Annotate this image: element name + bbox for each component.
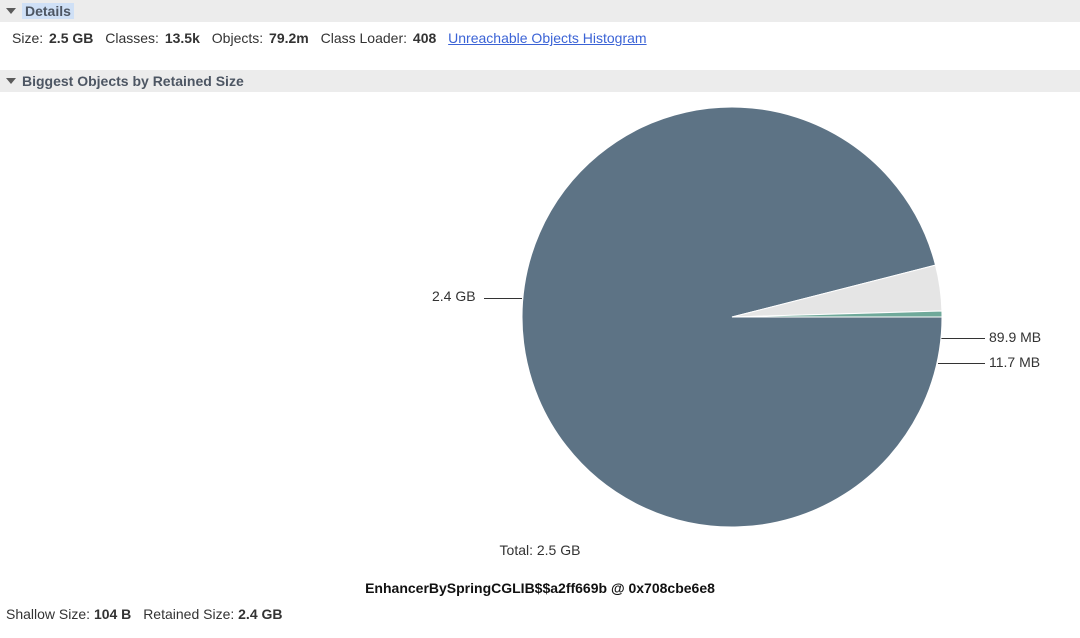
objects-value: 79.2m xyxy=(269,30,309,46)
chevron-down-icon xyxy=(6,8,16,14)
details-body: Size: 2.5 GB Classes: 13.5k Objects: 79.… xyxy=(0,22,1080,70)
classes-value: 13.5k xyxy=(165,30,200,46)
shallow-size-label: Shallow Size: xyxy=(6,606,90,622)
classloader-label: Class Loader: xyxy=(321,30,407,46)
unreachable-histogram-link[interactable]: Unreachable Objects Histogram xyxy=(448,30,646,46)
shallow-size-value: 104 B xyxy=(94,606,131,622)
objects-label: Objects: xyxy=(212,30,263,46)
size-label: Size: xyxy=(12,30,43,46)
selected-object-sizes: Shallow Size: 104 B Retained Size: 2.4 G… xyxy=(0,596,1080,630)
classes-label: Classes: xyxy=(105,30,159,46)
biggest-section-header[interactable]: Biggest Objects by Retained Size xyxy=(0,70,1080,92)
callout-slice-2: 11.7 MB xyxy=(989,354,1040,370)
size-value: 2.5 GB xyxy=(49,30,93,46)
selected-object-label: EnhancerBySpringCGLIB$$a2ff669b @ 0x708c… xyxy=(0,580,1080,596)
pie-chart-area: 2.4 GB 89.9 MB 11.7 MB Total: 2.5 GB xyxy=(0,92,1080,572)
retained-size-label: Retained Size: xyxy=(143,606,234,622)
classloader-value: 408 xyxy=(413,30,436,46)
retained-size-value: 2.4 GB xyxy=(238,606,282,622)
details-title: Details xyxy=(22,3,74,19)
callout-slice-1: 89.9 MB xyxy=(989,329,1041,345)
chart-total: Total: 2.5 GB xyxy=(0,542,1080,558)
chevron-down-icon xyxy=(6,78,16,84)
biggest-title: Biggest Objects by Retained Size xyxy=(22,73,244,89)
pie-chart[interactable] xyxy=(517,102,947,535)
details-section-header[interactable]: Details xyxy=(0,0,1080,22)
callout-slice-0: 2.4 GB xyxy=(432,288,476,304)
